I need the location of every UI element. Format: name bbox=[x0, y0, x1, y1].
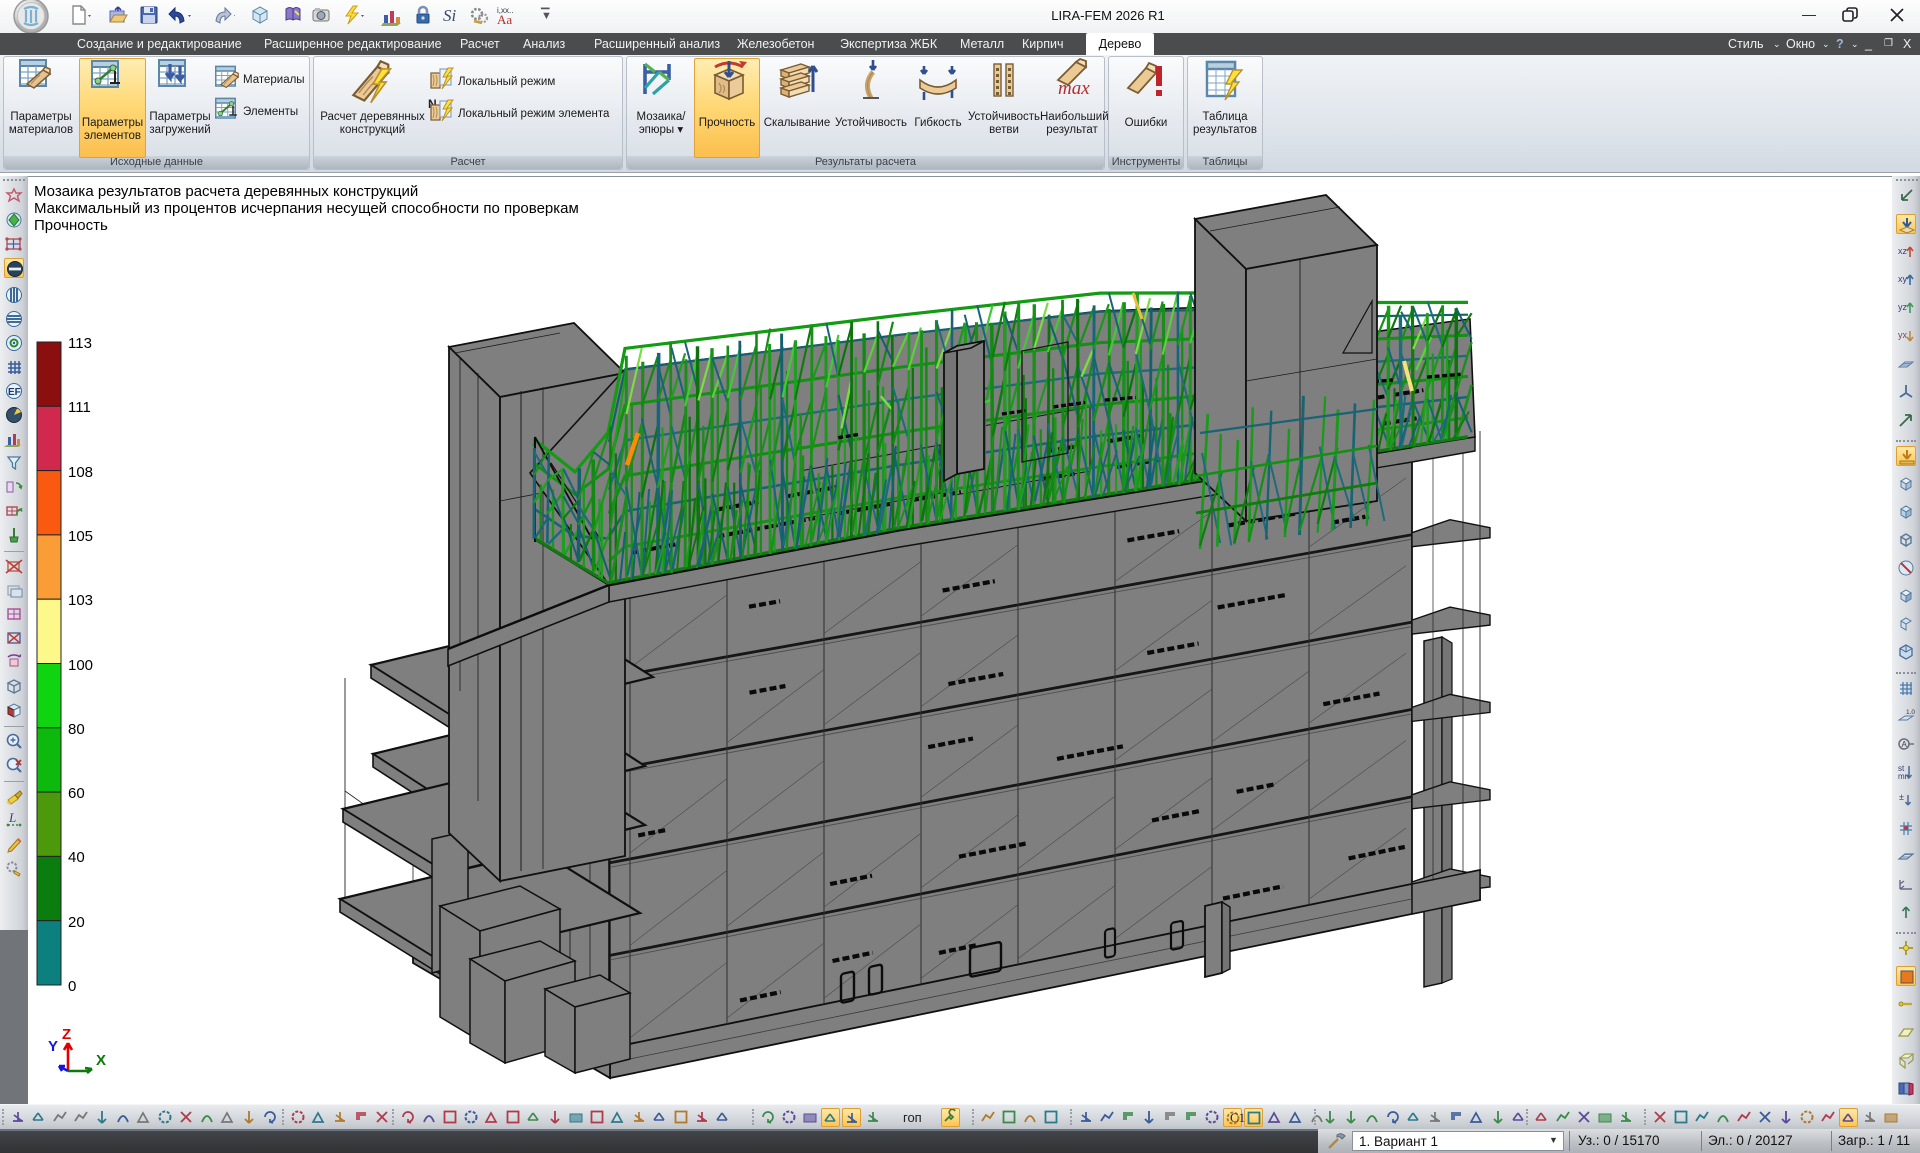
svg-text:Y: Y bbox=[48, 1038, 58, 1055]
svg-text:xz: xz bbox=[1898, 246, 1908, 256]
svg-text:1.0: 1.0 bbox=[1906, 709, 1915, 716]
svg-text:L: L bbox=[8, 810, 16, 825]
svg-text:Z: Z bbox=[62, 1027, 71, 1043]
svg-text:max: max bbox=[1058, 78, 1090, 99]
svg-text:yz: yz bbox=[1898, 302, 1908, 312]
svg-text:EF: EF bbox=[8, 387, 21, 398]
svg-text:X: X bbox=[96, 1052, 106, 1069]
svg-text:xy: xy bbox=[1898, 274, 1908, 284]
svg-text:yx: yx bbox=[1898, 330, 1908, 340]
svg-text:Aa: Aa bbox=[497, 12, 512, 27]
svg-text:±: ± bbox=[1899, 792, 1904, 802]
svg-text:A: A bbox=[1902, 740, 1908, 749]
svg-text:Si: Si bbox=[443, 6, 457, 25]
